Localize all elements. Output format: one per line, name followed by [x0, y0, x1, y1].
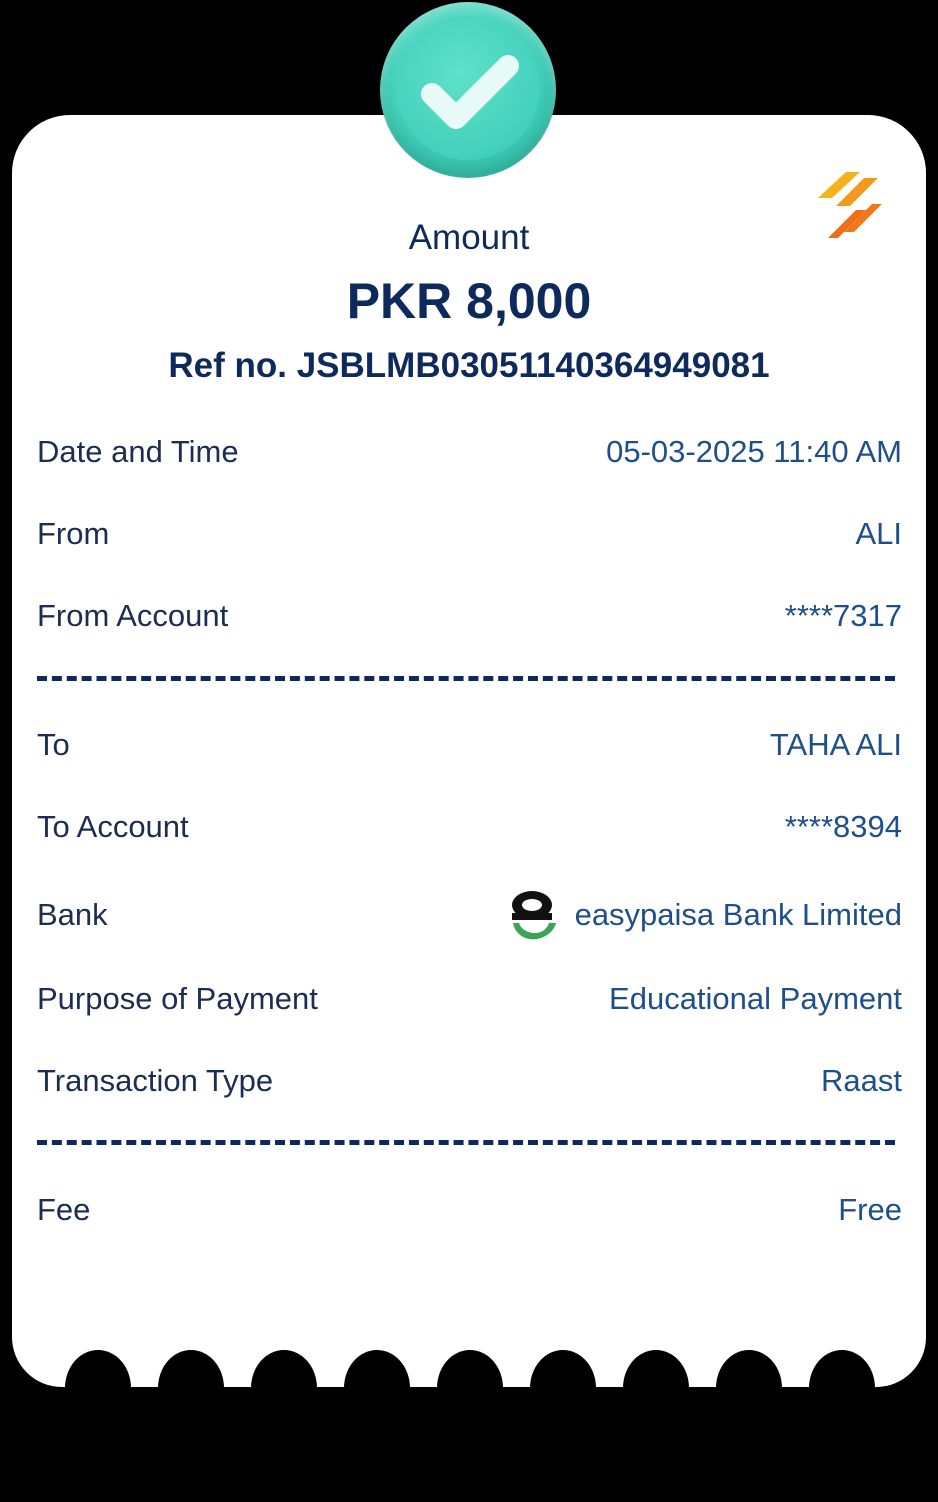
to-label: To — [37, 727, 70, 762]
scallop — [158, 1350, 224, 1426]
easypaisa-logo-icon — [511, 891, 556, 940]
purpose-value: Educational Payment — [609, 981, 902, 1016]
from-value: ALI — [855, 516, 902, 551]
scallop — [623, 1350, 689, 1426]
scallop — [344, 1350, 410, 1426]
detail-row-fee: Fee Free — [37, 1190, 902, 1230]
dashed-divider — [37, 1140, 895, 1145]
detail-row-to-account: To Account ****8394 — [37, 807, 902, 847]
from-account-value: ****7317 — [784, 598, 902, 633]
receipt-screen: Amount PKR 8,000 Ref no. JSBLMB030511403… — [0, 0, 938, 1502]
scallop — [65, 1350, 131, 1426]
amount-label: Amount — [408, 218, 530, 257]
scallop — [530, 1350, 596, 1426]
to-account-label: To Account — [37, 809, 189, 844]
transaction-type-value: Raast — [821, 1063, 902, 1098]
detail-row-date: Date and Time 05-03-2025 11:40 AM — [37, 432, 902, 472]
date-label: Date and Time — [37, 434, 239, 469]
detail-row-purpose: Purpose of Payment Educational Payment — [37, 979, 902, 1019]
scallop — [251, 1350, 317, 1426]
to-account-value: ****8394 — [784, 809, 902, 844]
receipt-scalloped-edge — [12, 1340, 926, 1426]
from-label: From — [37, 516, 110, 551]
fee-value: Free — [838, 1192, 902, 1227]
scallop — [437, 1350, 503, 1426]
scallop — [809, 1350, 875, 1426]
scallop — [716, 1350, 782, 1426]
to-value: TAHA ALI — [769, 727, 902, 762]
fee-label: Fee — [37, 1192, 91, 1227]
dashed-divider — [37, 676, 895, 681]
detail-row-to: To TAHA ALI — [37, 725, 902, 765]
transaction-type-label: Transaction Type — [37, 1063, 274, 1098]
bank-value: easypaisa Bank Limited — [574, 897, 902, 932]
detail-row-from: From ALI — [37, 514, 902, 554]
bank-label: Bank — [37, 897, 108, 932]
date-value: 05-03-2025 11:40 AM — [606, 434, 902, 469]
purpose-label: Purpose of Payment — [37, 981, 318, 1016]
amount-value: PKR 8,000 — [346, 273, 592, 329]
check-icon — [421, 55, 519, 129]
reference-number: Ref no. JSBLMB03051140364949081 — [168, 346, 770, 385]
detail-row-bank: Bank easypaisa Bank Limited — [37, 890, 902, 940]
from-account-label: From Account — [37, 598, 229, 633]
detail-row-from-account: From Account ****7317 — [37, 596, 902, 636]
bank-value-group: easypaisa Bank Limited — [509, 889, 902, 941]
success-badge — [380, 2, 556, 178]
detail-row-transaction-type: Transaction Type Raast — [37, 1061, 902, 1101]
